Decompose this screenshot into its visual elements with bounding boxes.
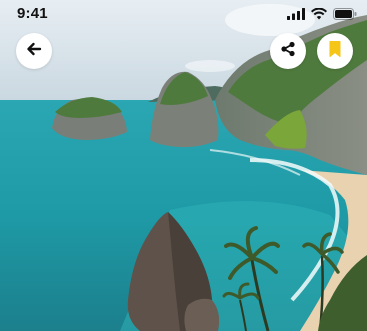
bookmark-button[interactable] — [317, 33, 353, 69]
battery-icon — [333, 7, 357, 25]
signal-bars-icon — [287, 7, 305, 25]
wifi-icon — [311, 7, 327, 25]
status-icons — [287, 7, 357, 25]
cloud — [185, 60, 235, 72]
share-button[interactable] — [270, 33, 306, 69]
arrow-left-icon — [25, 40, 43, 63]
bookmark-icon — [327, 40, 343, 63]
share-icon — [279, 40, 297, 63]
status-time: 9:41 — [17, 5, 48, 22]
hero-screen: 9:41 — [0, 0, 367, 331]
status-bar: 9:41 — [0, 0, 367, 28]
hero-photo — [0, 0, 367, 331]
back-button[interactable] — [16, 33, 52, 69]
